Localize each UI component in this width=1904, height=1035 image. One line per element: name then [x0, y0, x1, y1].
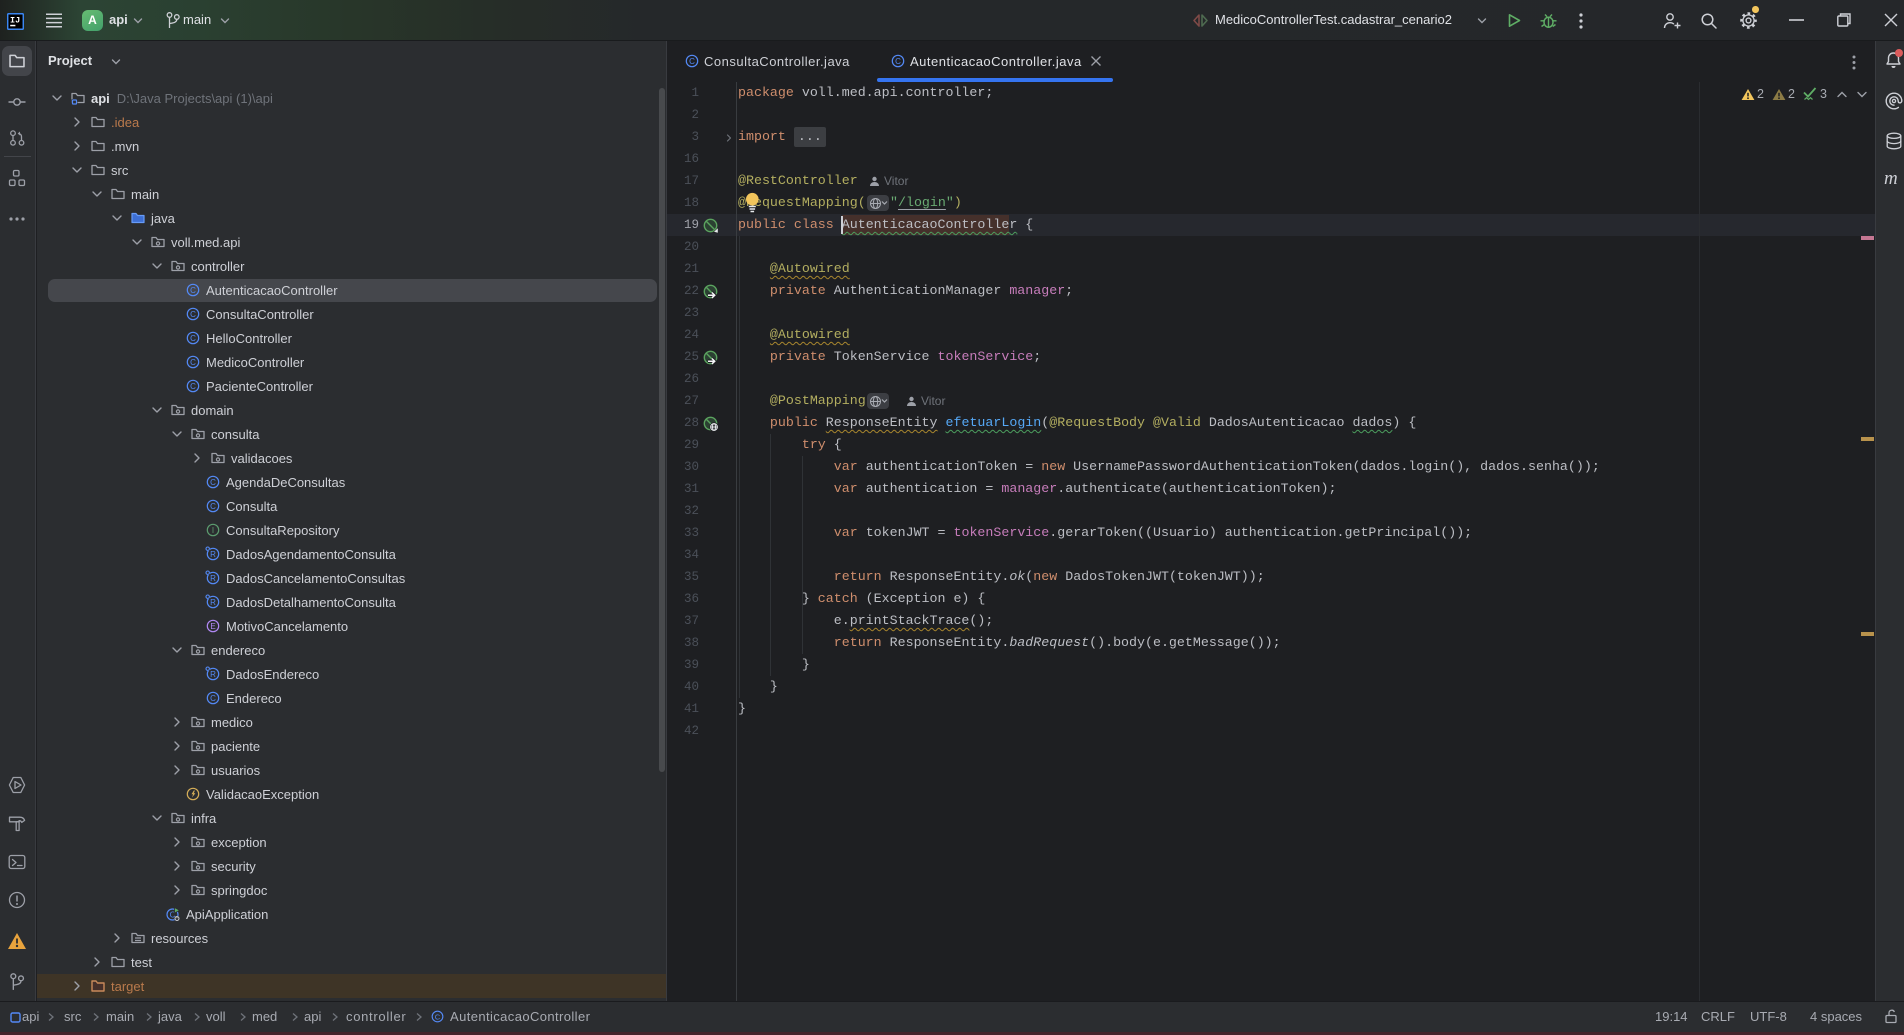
svg-text:IJ: IJ [10, 16, 20, 26]
